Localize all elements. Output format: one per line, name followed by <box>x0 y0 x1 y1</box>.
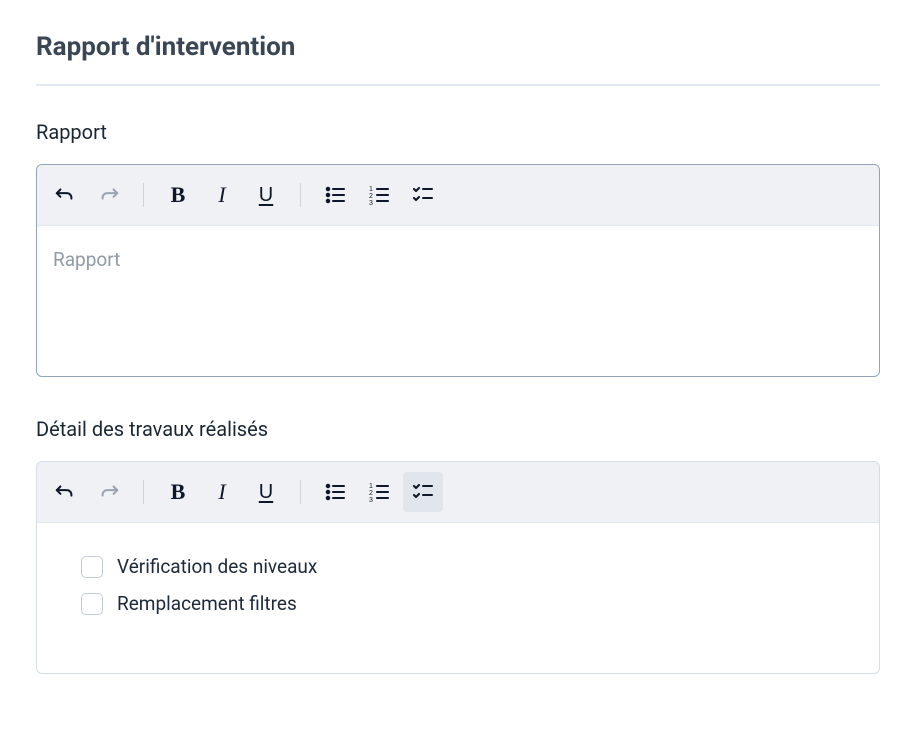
undo-button[interactable] <box>45 175 85 215</box>
list-item: Vérification des niveaux <box>81 555 863 578</box>
svg-text:2: 2 <box>369 490 373 497</box>
underline-icon: U <box>259 481 273 504</box>
redo-icon <box>98 184 120 206</box>
section-title: Rapport d'intervention <box>36 32 880 86</box>
underline-button[interactable]: U <box>246 472 286 512</box>
checklist: Vérification des niveaux Remplacement fi… <box>53 545 863 615</box>
bullet-list-button[interactable] <box>315 472 355 512</box>
number-list-button[interactable]: 123 <box>359 472 399 512</box>
detail-textarea[interactable]: Vérification des niveaux Remplacement fi… <box>37 523 879 673</box>
svg-text:3: 3 <box>369 497 373 504</box>
svg-text:1: 1 <box>369 186 373 193</box>
checkbox[interactable] <box>81 593 103 615</box>
undo-button[interactable] <box>45 472 85 512</box>
toolbar-separator <box>143 183 144 207</box>
undo-icon <box>54 481 76 503</box>
bullet-list-icon <box>323 480 347 504</box>
rapport-textarea[interactable]: Rapport <box>37 226 879 376</box>
bold-icon: B <box>171 479 186 505</box>
checkbox[interactable] <box>81 556 103 578</box>
undo-icon <box>54 184 76 206</box>
detail-toolbar: B I U 123 <box>37 462 879 523</box>
number-list-button[interactable]: 123 <box>359 175 399 215</box>
svg-text:1: 1 <box>369 483 373 490</box>
detail-label: Détail des travaux réalisés <box>36 417 880 441</box>
list-item: Remplacement filtres <box>81 592 863 615</box>
bold-button[interactable]: B <box>158 175 198 215</box>
italic-icon: I <box>218 479 225 505</box>
redo-icon <box>98 481 120 503</box>
check-list-button[interactable] <box>403 175 443 215</box>
number-list-icon: 123 <box>367 480 391 504</box>
underline-icon: U <box>259 184 273 207</box>
check-list-icon <box>411 183 435 207</box>
italic-icon: I <box>218 182 225 208</box>
italic-button[interactable]: I <box>202 175 242 215</box>
check-list-icon <box>411 480 435 504</box>
svg-text:3: 3 <box>369 200 373 207</box>
number-list-icon: 123 <box>367 183 391 207</box>
underline-button[interactable]: U <box>246 175 286 215</box>
rapport-toolbar: B I U 123 <box>37 165 879 226</box>
toolbar-separator <box>300 183 301 207</box>
toolbar-separator <box>143 480 144 504</box>
bullet-list-icon <box>323 183 347 207</box>
redo-button[interactable] <box>89 472 129 512</box>
rapport-label: Rapport <box>36 120 880 144</box>
redo-button[interactable] <box>89 175 129 215</box>
bullet-list-button[interactable] <box>315 175 355 215</box>
italic-button[interactable]: I <box>202 472 242 512</box>
detail-editor: B I U 123 Vérification des niveaux Rempl… <box>36 461 880 674</box>
checklist-item-label: Vérification des niveaux <box>117 555 317 578</box>
checklist-item-label: Remplacement filtres <box>117 592 297 615</box>
check-list-button[interactable] <box>403 472 443 512</box>
rapport-editor: B I U 123 Rapport <box>36 164 880 377</box>
bold-button[interactable]: B <box>158 472 198 512</box>
toolbar-separator <box>300 480 301 504</box>
bold-icon: B <box>171 182 186 208</box>
svg-text:2: 2 <box>369 193 373 200</box>
